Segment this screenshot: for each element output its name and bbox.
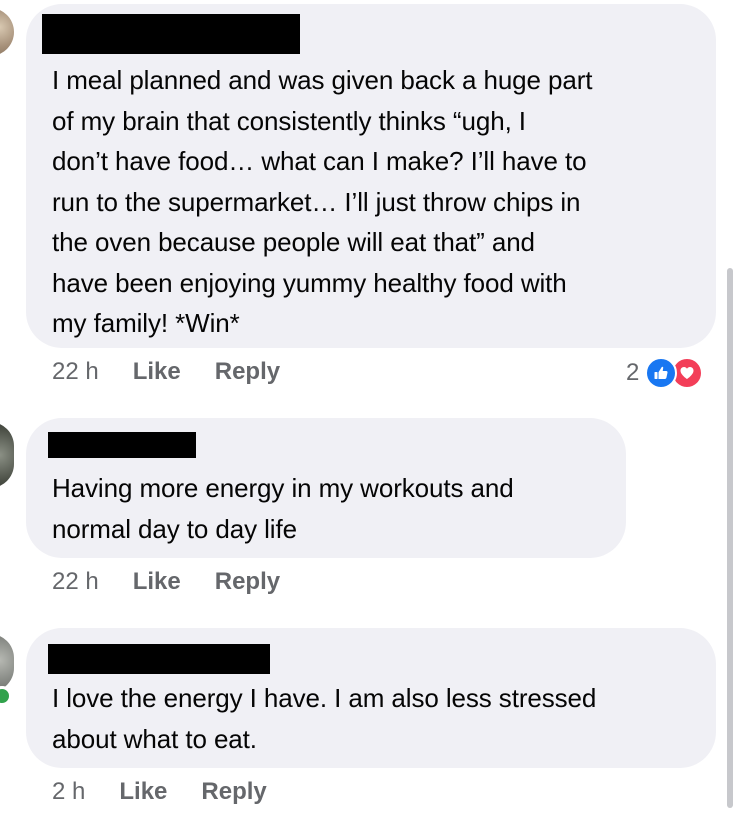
reply-button[interactable]: Reply (215, 358, 280, 386)
reaction-summary[interactable]: 2 (626, 356, 704, 390)
commenter-avatar[interactable] (0, 8, 14, 56)
like-button[interactable]: Like (133, 568, 181, 596)
reaction-count: 2 (626, 359, 640, 386)
comment-text: I meal planned and was given back a huge… (52, 65, 593, 338)
commenter-avatar[interactable] (0, 422, 14, 488)
commenter-avatar[interactable] (0, 634, 14, 692)
reply-button[interactable]: Reply (201, 778, 266, 806)
online-status-indicator (0, 686, 12, 706)
reply-button[interactable]: Reply (215, 568, 280, 596)
comment-timestamp[interactable]: 2 h (52, 778, 85, 806)
comment-timestamp[interactable]: 22 h (52, 568, 99, 596)
thumbs-up-icon (645, 357, 678, 389)
comment-actions: 2 h Like Reply (52, 776, 301, 808)
comment-timestamp[interactable]: 22 h (52, 358, 99, 386)
comment-actions: 22 h Like Reply (52, 566, 314, 598)
redacted-commenter-name (48, 432, 196, 458)
comment-actions: 22 h Like Reply (52, 356, 314, 388)
comment-text: I love the energy I have. I am also less… (52, 683, 597, 754)
like-button[interactable]: Like (119, 778, 167, 806)
comment-bubble: I meal planned and was given back a huge… (26, 4, 716, 348)
comment-bubble: Having more energy in my workouts and no… (26, 418, 626, 558)
like-button[interactable]: Like (133, 358, 181, 386)
scrollbar[interactable] (727, 268, 733, 808)
redacted-commenter-name (42, 14, 300, 54)
redacted-commenter-name (48, 644, 270, 674)
comment-bubble: I love the energy I have. I am also less… (26, 628, 716, 768)
comment-text: Having more energy in my workouts and no… (52, 473, 514, 544)
